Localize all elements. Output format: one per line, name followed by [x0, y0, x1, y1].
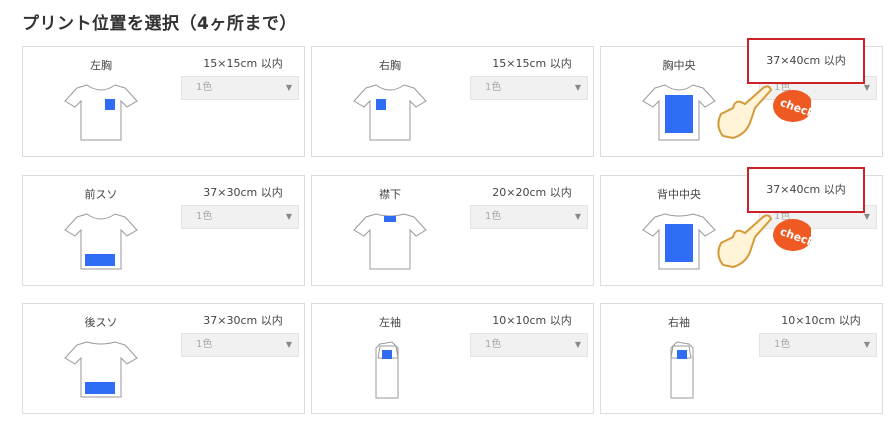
print-option-card-back-center[interactable]: 背中中央 1色 ▼ 37×40cm 以内 check [600, 167, 883, 286]
position-name: 前スソ [84, 188, 118, 201]
print-area-mark [382, 350, 392, 359]
position-name: 右袖 [668, 316, 690, 329]
size-limit: 37×30cm 以内 [203, 314, 283, 327]
tshirt-side-icon [670, 341, 694, 399]
size-limit: 37×40cm 以内 [766, 183, 846, 196]
color-count-select[interactable]: 1色 ▼ [470, 205, 588, 229]
tshirt-back-icon [64, 341, 138, 398]
dropdown-arrow-icon: ▼ [574, 83, 581, 92]
select-value: 1色 [485, 339, 502, 350]
tshirt-front-icon [642, 84, 716, 141]
position-name: 背中中央 [657, 188, 701, 201]
size-limit: 20×20cm 以内 [492, 186, 572, 199]
position-name: 後スソ [84, 316, 118, 329]
tshirt-back-icon [642, 213, 716, 270]
tshirt-side-icon [375, 341, 399, 399]
print-option-card-right-sleeve[interactable]: 右袖 10×10cm 以内 1色 ▼ [600, 303, 883, 414]
print-area-mark [85, 254, 115, 266]
dropdown-arrow-icon: ▼ [285, 340, 292, 349]
print-area-mark [105, 99, 115, 110]
size-limit: 15×15cm 以内 [492, 57, 572, 70]
tshirt-front-icon [353, 84, 427, 141]
position-name: 左胸 [90, 59, 112, 72]
print-option-card-under-collar[interactable]: 襟下 20×20cm 以内 1色 ▼ [311, 175, 594, 286]
print-option-card-left-chest[interactable]: 左胸 15×15cm 以内 1色 ▼ [22, 46, 305, 157]
select-value: 1色 [196, 211, 213, 222]
size-limit: 15×15cm 以内 [203, 57, 283, 70]
size-limit: 37×30cm 以内 [203, 186, 283, 199]
color-count-select[interactable]: 1色 ▼ [181, 205, 299, 229]
position-name: 右胸 [379, 59, 401, 72]
print-option-card-back-hem[interactable]: 後スソ 37×30cm 以内 1色 ▼ [22, 303, 305, 414]
color-count-select[interactable]: 1色 ▼ [181, 333, 299, 357]
position-name: 胸中央 [662, 59, 696, 72]
page-title: プリント位置を選択（4ヶ所まで） [22, 14, 297, 34]
size-limit-highlight: 37×40cm 以内 [747, 38, 865, 84]
size-limit: 10×10cm 以内 [781, 314, 861, 327]
tshirt-front-icon [64, 84, 138, 141]
dropdown-arrow-icon: ▼ [863, 340, 870, 349]
color-count-select[interactable]: 1色 ▼ [470, 76, 588, 100]
color-count-select[interactable]: 1色 ▼ [181, 76, 299, 100]
print-option-card-chest-center[interactable]: 胸中央 1色 ▼ 37×40cm 以内 check [600, 38, 883, 157]
select-value: 1色 [485, 211, 502, 222]
print-option-card-left-sleeve[interactable]: 左袖 10×10cm 以内 1色 ▼ [311, 303, 594, 414]
dropdown-arrow-icon: ▼ [285, 83, 292, 92]
pointing-hand-check-icon: check [717, 85, 811, 140]
select-value: 1色 [774, 339, 791, 350]
print-area-mark [376, 99, 386, 110]
position-name: 左袖 [379, 316, 401, 329]
print-option-card-right-chest[interactable]: 右胸 15×15cm 以内 1色 ▼ [311, 46, 594, 157]
pointing-hand-check-icon: check [717, 214, 811, 269]
select-value: 1色 [196, 82, 213, 93]
dropdown-arrow-icon: ▼ [285, 212, 292, 221]
print-option-card-front-hem[interactable]: 前スソ 37×30cm 以内 1色 ▼ [22, 175, 305, 286]
color-count-select[interactable]: 1色 ▼ [759, 333, 877, 357]
print-area-mark [677, 350, 687, 359]
print-area-mark [665, 224, 693, 262]
tshirt-front-icon [64, 213, 138, 270]
print-area-mark [85, 382, 115, 394]
dropdown-arrow-icon: ▼ [574, 340, 581, 349]
tshirt-back-icon [353, 213, 427, 270]
size-limit: 10×10cm 以内 [492, 314, 572, 327]
print-area-mark [384, 216, 396, 222]
color-count-select[interactable]: 1色 ▼ [470, 333, 588, 357]
size-limit: 37×40cm 以内 [766, 54, 846, 67]
size-limit-highlight: 37×40cm 以内 [747, 167, 865, 213]
select-value: 1色 [196, 339, 213, 350]
print-area-mark [665, 95, 693, 133]
select-value: 1色 [485, 82, 502, 93]
dropdown-arrow-icon: ▼ [574, 212, 581, 221]
position-name: 襟下 [379, 188, 401, 201]
